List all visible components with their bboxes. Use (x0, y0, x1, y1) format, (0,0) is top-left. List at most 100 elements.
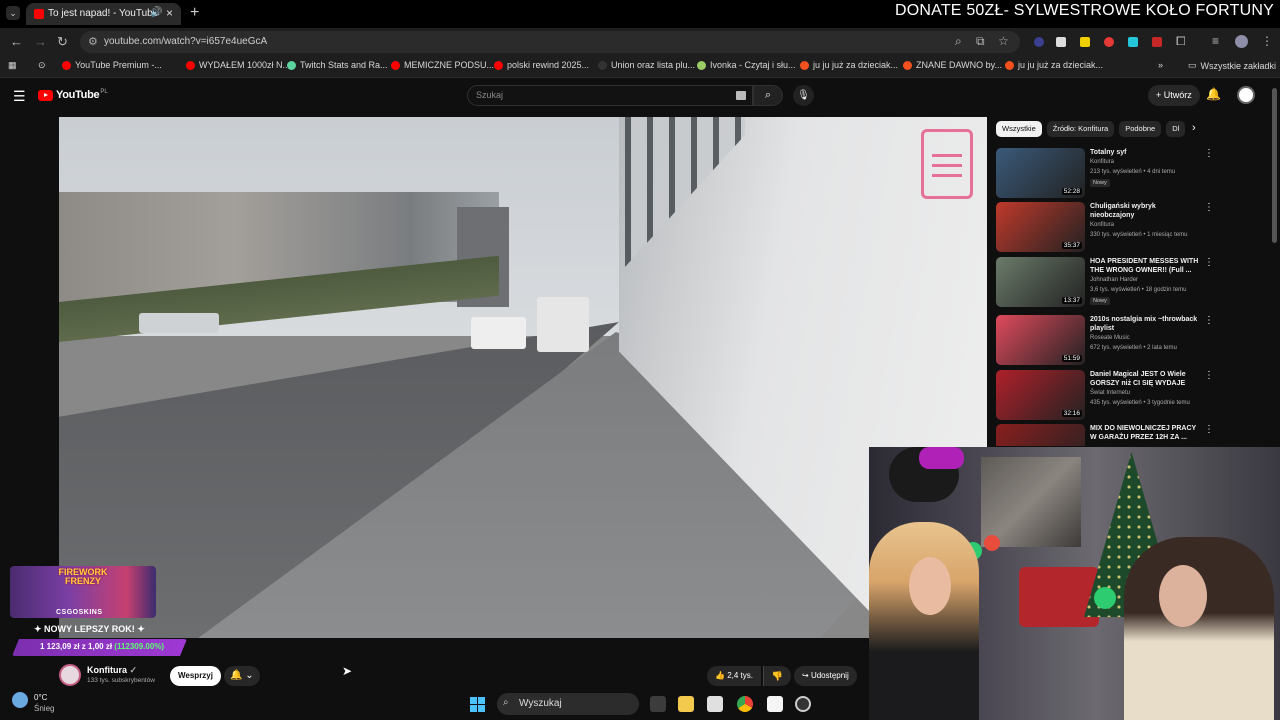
more-options-icon[interactable]: ⋮ (1204, 148, 1214, 159)
recommended-video[interactable]: 51:59 2010s nostalgia mix ~throwback play… (996, 315, 1216, 367)
recommended-video[interactable]: 35:37 Chuligański wybryk nieobczajony Konf… (996, 202, 1216, 254)
speaker-icon[interactable]: 🔊 (150, 7, 162, 18)
recommended-video[interactable]: 52:28 Totalny syf Konfitura 213 tys. wyświe… (996, 148, 1216, 200)
bookmark-icon[interactable]: ⊙ (38, 60, 46, 71)
extension-icon[interactable] (1128, 37, 1138, 47)
filter-chip[interactable]: Dl (1166, 121, 1186, 137)
extensions-puzzle-icon[interactable]: ⧠ (1176, 34, 1186, 49)
video-thumbnail[interactable]: 52:28 (996, 148, 1085, 198)
video-title[interactable]: MIX DO NIEWOLNICZEJ PRACY W GARAŻU PRZEZ… (1090, 424, 1200, 442)
video-thumbnail[interactable]: 13:37 (996, 257, 1085, 307)
video-channel[interactable]: Johnathan Harder (1090, 277, 1138, 283)
recommended-video[interactable]: 32:16 Daniel Magical JEST O Wiele GORSZY … (996, 370, 1216, 422)
zoom-icon[interactable]: ⌕ (955, 34, 962, 49)
url-field[interactable]: ⚙ youtube.com/watch?v=i657e4ueGcA (80, 31, 1020, 53)
weather-temperature: 0°C (34, 693, 48, 702)
video-channel[interactable]: Roseate Music (1090, 335, 1130, 341)
extension-icon[interactable] (1080, 37, 1090, 47)
filter-chip[interactable]: Podobne (1119, 121, 1162, 137)
video-channel[interactable]: Konfitura (1090, 159, 1114, 165)
create-button[interactable]: + Utwórz (1148, 85, 1200, 106)
tab-list-button[interactable]: ⌄ (6, 6, 20, 20)
browser-menu-icon[interactable]: ⋮ (1261, 34, 1273, 48)
bookmark-item[interactable]: YouTube Premium -... (62, 60, 162, 70)
share-button[interactable]: ↪ Udostępnij (794, 666, 857, 686)
weather-icon[interactable] (12, 692, 28, 708)
bookmark-star-icon[interactable]: ☆ (998, 34, 1009, 48)
video-thumbnail[interactable]: 51:59 (996, 315, 1085, 365)
bookmark-item[interactable]: ju ju już za dzieciak... (1005, 60, 1103, 70)
video-title[interactable]: Totalny syf (1090, 148, 1200, 157)
extension-icon[interactable] (1152, 37, 1162, 47)
obs-icon[interactable] (795, 696, 811, 712)
bookmark-item[interactable]: Ivonka - Czytaj i słu... (697, 60, 796, 70)
channel-avatar[interactable] (59, 664, 81, 686)
notifications-bell-icon[interactable]: 🔔 (1206, 87, 1221, 101)
reload-icon[interactable]: ↻ (57, 34, 68, 50)
bookmark-item[interactable]: Twitch Stats and Ra... (287, 60, 388, 70)
subscription-bell-button[interactable]: 🔔 ⌄ (224, 666, 260, 686)
more-bookmarks-icon[interactable]: » (1158, 60, 1163, 70)
support-button[interactable]: Wesprzyj (170, 666, 221, 686)
video-title[interactable]: HOA PRESIDENT MESSES WITH THE WRONG OWNE… (1090, 257, 1200, 275)
new-tab-button[interactable]: + (190, 4, 199, 22)
menu-icon[interactable]: ☰ (13, 88, 26, 105)
file-explorer-icon[interactable] (678, 696, 694, 712)
more-options-icon[interactable]: ⋮ (1204, 370, 1214, 381)
more-options-icon[interactable]: ⋮ (1204, 424, 1214, 435)
extension-icon[interactable] (1056, 37, 1066, 47)
site-info-icon[interactable]: ⚙ (88, 35, 98, 48)
video-player[interactable] (59, 117, 987, 638)
video-channel[interactable]: Świat Internetu (1090, 390, 1130, 396)
video-title[interactable]: Chuligański wybryk nieobczajony (1090, 202, 1200, 220)
bookmark-item[interactable]: ZNANE DAWNO by... (903, 60, 1002, 70)
store-icon[interactable] (707, 696, 723, 712)
account-avatar[interactable] (1237, 86, 1255, 104)
notepad-icon[interactable] (767, 696, 783, 712)
bookmark-item[interactable]: ju ju już za dzieciak... (800, 60, 898, 70)
video-thumbnail[interactable] (996, 424, 1085, 446)
bookmark-item[interactable]: polski rewind 2025... (494, 60, 589, 70)
task-view-icon[interactable] (650, 696, 666, 712)
like-button[interactable]: 👍 2,4 tys. (707, 666, 761, 686)
video-thumbnail[interactable]: 32:16 (996, 370, 1085, 420)
windows-start-icon[interactable] (470, 697, 485, 712)
taskbar-search[interactable]: ⌕ Wyszukaj (497, 693, 639, 715)
more-options-icon[interactable]: ⋮ (1204, 257, 1214, 268)
video-title[interactable]: Daniel Magical JEST O Wiele GORSZY niż C… (1090, 370, 1200, 388)
search-button[interactable]: ⌕ (753, 85, 783, 106)
apps-grid-icon[interactable]: ▦ (8, 60, 17, 71)
more-options-icon[interactable]: ⋮ (1204, 315, 1214, 326)
recommended-video[interactable]: 13:37 HOA PRESIDENT MESSES WITH THE WRONG… (996, 257, 1216, 309)
bookmark-item[interactable]: WYDAŁEM 1000zł N... (186, 60, 290, 70)
filter-chips: Wszystkie Źródło: Konfitura Podobne Dl (996, 121, 1186, 138)
chevron-right-icon[interactable]: › (1192, 122, 1196, 134)
all-bookmarks-button[interactable]: ▭ Wszystkie zakładki (1188, 60, 1276, 71)
voice-search-button[interactable]: 🎙 (793, 85, 814, 106)
page-scrollbar[interactable] (1272, 88, 1277, 243)
extension-icon[interactable] (1104, 37, 1114, 47)
back-icon[interactable]: ← (10, 34, 23, 49)
keyboard-icon[interactable] (736, 91, 746, 100)
bookmark-item[interactable]: Union oraz lista plu... (598, 60, 695, 70)
filter-chip[interactable]: Źródło: Konfitura (1046, 121, 1115, 137)
video-channel[interactable]: Konfitura (1090, 222, 1114, 228)
cast-icon[interactable]: ⧉ (976, 34, 985, 49)
video-title[interactable]: 2010s nostalgia mix ~throwback playlist (1090, 315, 1200, 333)
video-thumbnail[interactable]: 35:37 (996, 202, 1085, 252)
extension-icon[interactable] (1034, 37, 1044, 47)
filter-chip[interactable]: Wszystkie (996, 121, 1042, 137)
tab-search-icon[interactable]: ≡ (1212, 34, 1219, 48)
youtube-logo[interactable]: YouTube PL (38, 89, 108, 101)
forward-icon[interactable]: → (34, 34, 47, 49)
dislike-button[interactable]: 👎 (763, 666, 791, 686)
chrome-icon[interactable] (737, 696, 753, 712)
recommended-video[interactable]: MIX DO NIEWOLNICZEJ PRACY W GARAŻU PRZEZ… (996, 424, 1216, 446)
channel-name[interactable]: Konfitura ✓ (87, 665, 137, 676)
close-tab-icon[interactable]: × (166, 6, 173, 20)
profile-avatar[interactable] (1235, 35, 1248, 48)
bookmark-item[interactable]: MEMICZNE PODSU... (391, 60, 494, 70)
search-input[interactable]: Szukaj (467, 85, 753, 106)
browser-tab[interactable]: To jest napad! - YouTube 🔊 × (26, 3, 181, 25)
more-options-icon[interactable]: ⋮ (1204, 202, 1214, 213)
